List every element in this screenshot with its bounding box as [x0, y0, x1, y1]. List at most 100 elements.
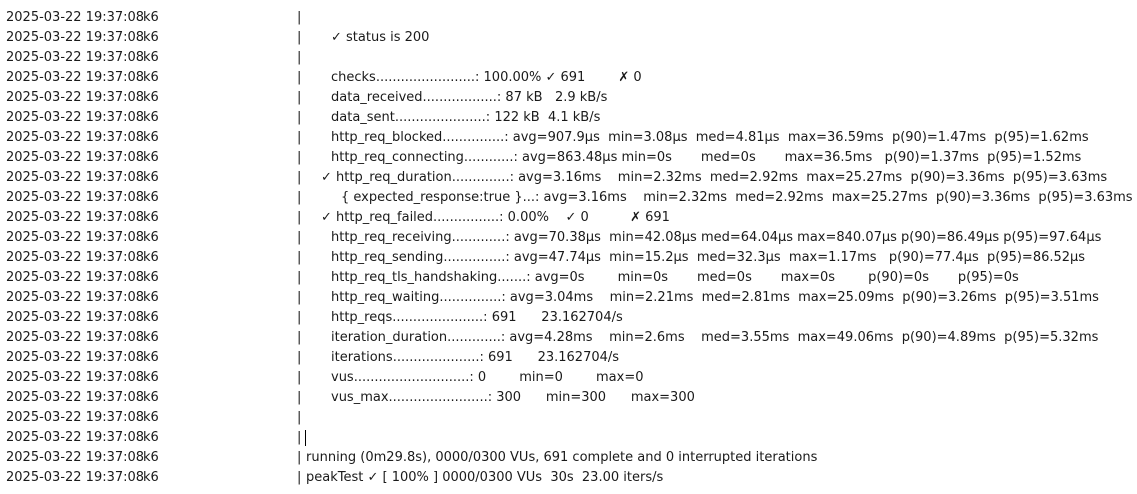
log-timestamp: 2025-03-22 19:37:08: [6, 90, 145, 105]
log-line: 2025-03-22 19:37:08 k6 | vus...............…: [0, 368, 1137, 388]
log-timestamp: 2025-03-22 19:37:08: [6, 190, 145, 205]
log-line: 2025-03-22 19:37:08 k6 | checks............…: [0, 68, 1137, 88]
log-source: k6: [143, 390, 159, 405]
log-timestamp: 2025-03-22 19:37:08: [6, 10, 145, 25]
log-source: k6: [143, 230, 159, 245]
log-timestamp: 2025-03-22 19:37:08: [6, 350, 145, 365]
log-separator: |: [297, 410, 302, 425]
log-line: 2025-03-22 19:37:08 k6 | data_received.....…: [0, 88, 1137, 108]
log-line: 2025-03-22 19:37:08 k6 | ✓ http_req_failed.…: [0, 208, 1137, 228]
log-timestamp: 2025-03-22 19:37:08: [6, 450, 145, 465]
log-line: 2025-03-22 19:37:08 k6 | http_req_connectin…: [0, 148, 1137, 168]
log-separator: |: [297, 50, 302, 65]
log-separator: |: [297, 390, 302, 405]
log-source: k6: [143, 290, 159, 305]
log-timestamp: 2025-03-22 19:37:08: [6, 290, 145, 305]
log-line: 2025-03-22 19:37:08 k6 |: [0, 428, 1137, 448]
log-separator: |: [297, 190, 302, 205]
log-separator: |: [297, 150, 302, 165]
log-timestamp: 2025-03-22 19:37:08: [6, 470, 145, 485]
status-line: peakTest ✓ [ 100% ] 0000/0300 VUs 30s 23…: [306, 470, 664, 485]
log-timestamp: 2025-03-22 19:37:08: [6, 430, 145, 445]
log-timestamp: 2025-03-22 19:37:08: [6, 50, 145, 65]
log-separator: |: [297, 210, 302, 225]
log-timestamp: 2025-03-22 19:37:08: [6, 310, 145, 325]
log-line: 2025-03-22 19:37:08 k6 | peakTest ✓ [ 100% …: [0, 468, 1137, 488]
log-line: 2025-03-22 19:37:08 k6 | running (0m29.8s),…: [0, 448, 1137, 468]
log-source: k6: [143, 210, 159, 225]
log-source: k6: [143, 250, 159, 265]
text-cursor: [305, 430, 306, 446]
log-line: 2025-03-22 19:37:08 k6 | data_sent.........…: [0, 108, 1137, 128]
log-separator: |: [297, 470, 302, 485]
log-separator: |: [297, 250, 302, 265]
metric-line: data_received..................: 87 kB 2…: [331, 90, 608, 105]
log-timestamp: 2025-03-22 19:37:08: [6, 30, 145, 45]
log-source: k6: [143, 190, 159, 205]
log-source: k6: [143, 150, 159, 165]
log-source: k6: [143, 10, 159, 25]
metric-line: http_reqs......................: 691 23.…: [331, 310, 623, 325]
log-timestamp: 2025-03-22 19:37:08: [6, 370, 145, 385]
log-line: 2025-03-22 19:37:08 k6 | http_req_waiting..…: [0, 288, 1137, 308]
status-line: running (0m29.8s), 0000/0300 VUs, 691 co…: [306, 450, 818, 465]
log-timestamp: 2025-03-22 19:37:08: [6, 230, 145, 245]
metric-line: http_req_receiving.............: avg=70.…: [331, 230, 1102, 245]
metric-line: data_sent......................: 122 kB …: [331, 110, 601, 125]
log-separator: |: [297, 370, 302, 385]
log-line: 2025-03-22 19:37:08 k6 | iterations........…: [0, 348, 1137, 368]
log-line: 2025-03-22 19:37:08 k6 |: [0, 408, 1137, 428]
log-source: k6: [143, 30, 159, 45]
log-separator: |: [297, 70, 302, 85]
log-separator: |: [297, 170, 302, 185]
log-separator: |: [297, 110, 302, 125]
log-timestamp: 2025-03-22 19:37:08: [6, 330, 145, 345]
log-separator: |: [297, 330, 302, 345]
metric-line: vus_max........................: 300 min…: [331, 390, 695, 405]
log-line: 2025-03-22 19:37:08 k6 | ✓ http_req_duratio…: [0, 168, 1137, 188]
log-separator: |: [297, 90, 302, 105]
metric-line: ✓ http_req_failed................: 0.00%…: [321, 210, 670, 225]
log-timestamp: 2025-03-22 19:37:08: [6, 130, 145, 145]
log-source: k6: [143, 330, 159, 345]
log-separator: |: [297, 30, 302, 45]
log-source: k6: [143, 470, 159, 485]
log-source: k6: [143, 430, 159, 445]
log-source: k6: [143, 70, 159, 85]
log-source: k6: [143, 170, 159, 185]
check-result: ✓ status is 200: [331, 30, 430, 45]
metric-line: http_req_waiting...............: avg=3.0…: [331, 290, 1099, 305]
log-line: 2025-03-22 19:37:08 k6 | http_req_sending..…: [0, 248, 1137, 268]
metric-line: http_req_blocked...............: avg=907…: [331, 130, 1089, 145]
metric-line: ✓ http_req_duration..............: avg=3…: [321, 170, 1108, 185]
log-line: 2025-03-22 19:37:08 k6 | ✓ status is 200: [0, 28, 1137, 48]
log-separator: |: [297, 310, 302, 325]
log-source: k6: [143, 450, 159, 465]
log-source: k6: [143, 270, 159, 285]
log-line: 2025-03-22 19:37:08 k6 | vus_max...........…: [0, 388, 1137, 408]
log-timestamp: 2025-03-22 19:37:08: [6, 110, 145, 125]
metric-line: vus............................: 0 min=0…: [331, 370, 644, 385]
log-timestamp: 2025-03-22 19:37:08: [6, 150, 145, 165]
log-separator: |: [297, 290, 302, 305]
metric-line: http_req_connecting............: avg=863…: [331, 150, 1082, 165]
log-separator: |: [297, 270, 302, 285]
log-separator: |: [297, 130, 302, 145]
metric-line: http_req_sending...............: avg=47.…: [331, 250, 1086, 265]
log-source: k6: [143, 350, 159, 365]
metric-line: { expected_response:true }...: avg=3.16m…: [341, 190, 1133, 205]
log-timestamp: 2025-03-22 19:37:08: [6, 70, 145, 85]
metric-line: checks........................: 100.00% …: [331, 70, 642, 85]
log-separator: |: [297, 230, 302, 245]
metric-line: iteration_duration.............: avg=4.2…: [331, 330, 1099, 345]
log-separator: |: [297, 10, 302, 25]
log-separator: |: [297, 450, 302, 465]
log-line: 2025-03-22 19:37:08 k6 | http_req_receiving…: [0, 228, 1137, 248]
log-timestamp: 2025-03-22 19:37:08: [6, 170, 145, 185]
metric-line: http_req_tls_handshaking.......: avg=0s …: [331, 270, 1019, 285]
log-source: k6: [143, 90, 159, 105]
log-timestamp: 2025-03-22 19:37:08: [6, 390, 145, 405]
log-timestamp: 2025-03-22 19:37:08: [6, 410, 145, 425]
metric-line: iterations.....................: 691 23.…: [331, 350, 620, 365]
log-source: k6: [143, 110, 159, 125]
